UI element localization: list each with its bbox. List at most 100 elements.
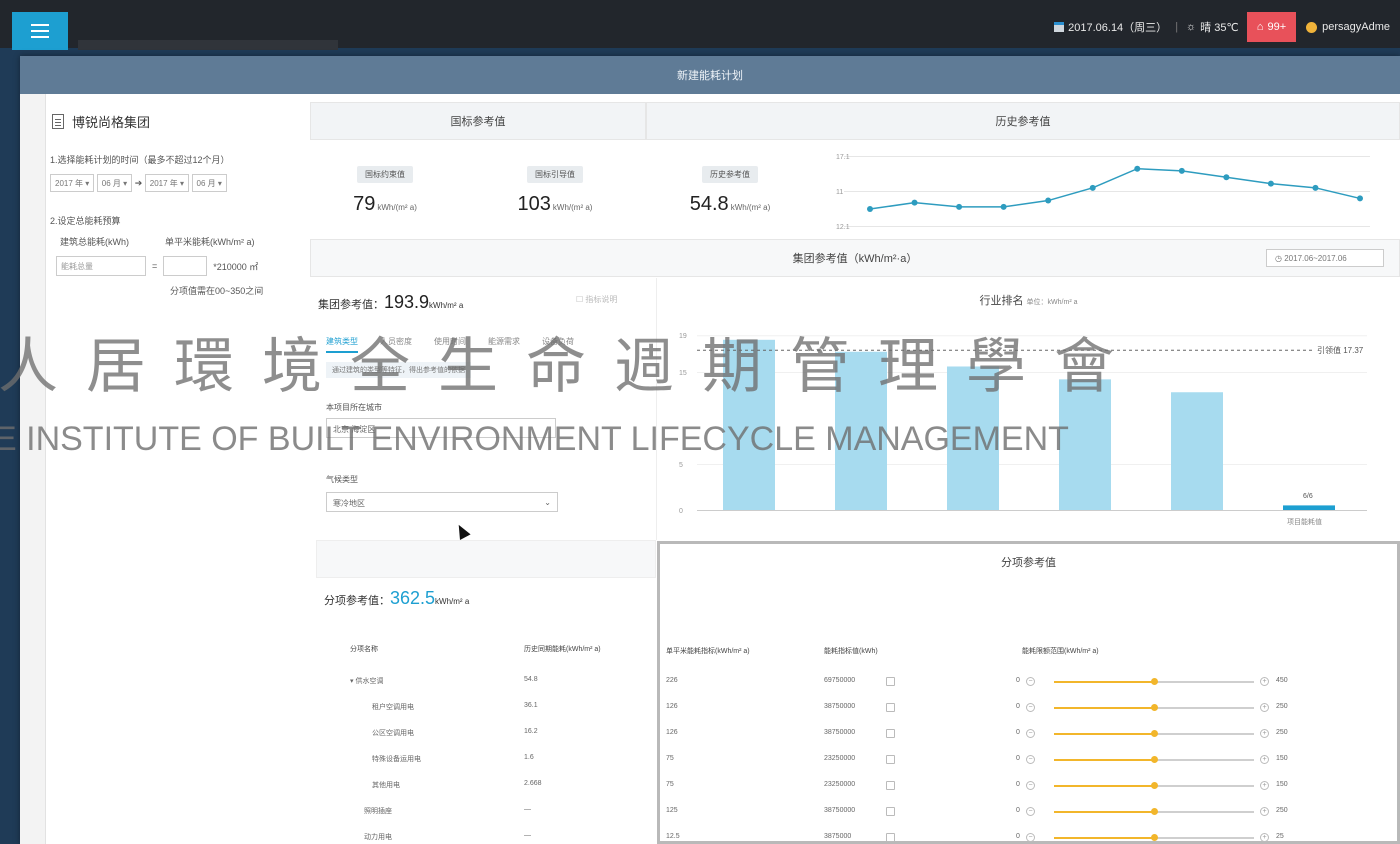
increase-button[interactable]: + xyxy=(1260,833,1269,842)
range-slider-fill[interactable] xyxy=(1054,759,1154,761)
company-name: 博锐尚格集团 xyxy=(72,115,151,130)
row-total-index: 23250000 xyxy=(824,781,856,788)
chevron-down-icon: ⌄ xyxy=(544,498,551,507)
total-energy-input[interactable]: 能耗总量 xyxy=(56,256,146,276)
lock-icon[interactable] xyxy=(886,703,895,712)
range-slider-track[interactable] xyxy=(1154,759,1254,761)
slider-handle[interactable] xyxy=(1151,704,1158,711)
row-history: — xyxy=(524,806,531,813)
row-name: 其他用电 xyxy=(372,782,400,789)
range-slider-fill[interactable] xyxy=(1054,785,1154,787)
hamburger-icon xyxy=(31,22,49,40)
range-slider-track[interactable] xyxy=(1154,811,1254,813)
range-slider-track[interactable] xyxy=(1154,707,1254,709)
range-min: 0 xyxy=(1016,703,1020,710)
increase-button[interactable]: + xyxy=(1260,781,1269,790)
start-month-select[interactable]: 06 月 ▾ xyxy=(96,174,133,192)
range-slider-track[interactable] xyxy=(1154,785,1254,787)
decrease-button[interactable]: − xyxy=(1026,677,1035,686)
indicator-note-link[interactable]: ☐ 指标说明 xyxy=(576,294,617,305)
start-year-select[interactable]: 2017 年 ▾ xyxy=(50,174,95,192)
avatar xyxy=(1306,21,1318,33)
bar xyxy=(1171,392,1223,510)
history-metric: 历史参考值 54.8 kWh/(m² a) xyxy=(660,164,800,216)
decrease-button[interactable]: − xyxy=(1026,807,1035,816)
menu-button[interactable] xyxy=(12,12,68,50)
end-year-select[interactable]: 2017 年 ▾ xyxy=(144,174,190,192)
row-unit-index: 126 xyxy=(666,729,678,736)
range-slider-track[interactable] xyxy=(1154,837,1254,839)
area-formula: *210000 ㎡ xyxy=(213,261,259,272)
range-min: 0 xyxy=(1016,755,1020,762)
lock-icon[interactable] xyxy=(886,807,895,816)
ranking-title: 行业排名 单位：kWh/m² a xyxy=(657,292,1400,308)
range-slider-track[interactable] xyxy=(1154,733,1254,735)
history-header: 历史参考值 xyxy=(646,102,1400,140)
sub-header-left xyxy=(316,540,656,578)
top-bar-strip xyxy=(78,40,338,50)
unit-label: 单平米能耗(kWh/m² a) xyxy=(165,237,255,247)
lock-icon[interactable] xyxy=(886,677,895,686)
national-guide-metric: 国标引导值 103 kWh/(m² a) xyxy=(490,164,620,216)
history-point xyxy=(1000,203,1007,210)
decrease-button[interactable]: − xyxy=(1026,703,1035,712)
increase-button[interactable]: + xyxy=(1260,807,1269,816)
range-slider-fill[interactable] xyxy=(1054,811,1154,813)
unit-energy-input[interactable] xyxy=(163,256,208,276)
increase-button[interactable]: + xyxy=(1260,755,1269,764)
user-name: persagyAdme xyxy=(1322,21,1390,33)
y-tick-label: 17.1 xyxy=(836,154,850,161)
increase-button[interactable]: + xyxy=(1260,703,1269,712)
decrease-button[interactable]: − xyxy=(1026,833,1035,842)
last-bar-label: 6/6 xyxy=(1303,493,1313,500)
range-slider-fill[interactable] xyxy=(1054,707,1154,709)
lock-icon[interactable] xyxy=(886,729,895,738)
row-total-index: 23250000 xyxy=(824,755,856,762)
slider-handle[interactable] xyxy=(1151,834,1158,841)
range-arrow-icon: ➔ xyxy=(134,178,143,188)
slider-handle[interactable] xyxy=(1151,756,1158,763)
row-total-index: 69750000 xyxy=(824,677,856,684)
climate-select[interactable]: 寒冷地区 ⌄ xyxy=(326,492,558,512)
history-point xyxy=(1312,184,1319,191)
plan-settings: 博锐尚格集团 1.选择能耗计划的时间（最多不超过12个月） 2017 年 ▾ 0… xyxy=(50,106,308,305)
range-slider-fill[interactable] xyxy=(1054,837,1154,839)
equals-sign: = xyxy=(152,261,158,271)
user-menu[interactable]: persagyAdme xyxy=(1296,21,1400,33)
range-min: 0 xyxy=(1016,781,1020,788)
decrease-button[interactable]: − xyxy=(1026,755,1035,764)
history-series-line xyxy=(869,167,1361,210)
range-slider-fill[interactable] xyxy=(1054,733,1154,735)
row-name[interactable]: ▾ 供水空调 xyxy=(350,676,383,686)
decrease-button[interactable]: − xyxy=(1026,729,1035,738)
date-range-picker[interactable]: ◷ 2017.06~2017.06 xyxy=(1266,249,1384,267)
bar xyxy=(1283,505,1335,510)
range-hint: 分项值需在00~350之间 xyxy=(170,286,264,296)
lock-icon[interactable] xyxy=(886,755,895,764)
budget-inputs: 能耗总量 = *210000 ㎡ xyxy=(50,256,308,276)
metric-label: 历史参考值 xyxy=(702,166,758,183)
history-point xyxy=(1223,174,1230,181)
increase-button[interactable]: + xyxy=(1260,729,1269,738)
range-max: 150 xyxy=(1276,755,1288,762)
range-max: 150 xyxy=(1276,781,1288,788)
history-point xyxy=(1267,180,1274,187)
col-name: 分项名称 xyxy=(350,646,378,653)
lock-icon[interactable] xyxy=(886,833,895,842)
national-header: 国标参考值 xyxy=(310,102,646,140)
row-name: 租户空调用电 xyxy=(372,704,414,711)
slider-handle[interactable] xyxy=(1151,808,1158,815)
end-month-select[interactable]: 06 月 ▾ xyxy=(191,174,227,192)
slider-handle[interactable] xyxy=(1151,678,1158,685)
lock-icon[interactable] xyxy=(886,781,895,790)
range-slider-fill[interactable] xyxy=(1054,681,1154,683)
alarm-button[interactable]: ⌂ 99+ xyxy=(1246,12,1297,42)
sun-icon: ☼ xyxy=(1186,21,1197,33)
slider-handle[interactable] xyxy=(1151,782,1158,789)
decrease-button[interactable]: − xyxy=(1026,781,1035,790)
slider-handle[interactable] xyxy=(1151,730,1158,737)
row-unit-index: 75 xyxy=(666,781,674,788)
range-slider-track[interactable] xyxy=(1154,681,1254,683)
increase-button[interactable]: + xyxy=(1260,677,1269,686)
history-point xyxy=(1089,184,1096,191)
